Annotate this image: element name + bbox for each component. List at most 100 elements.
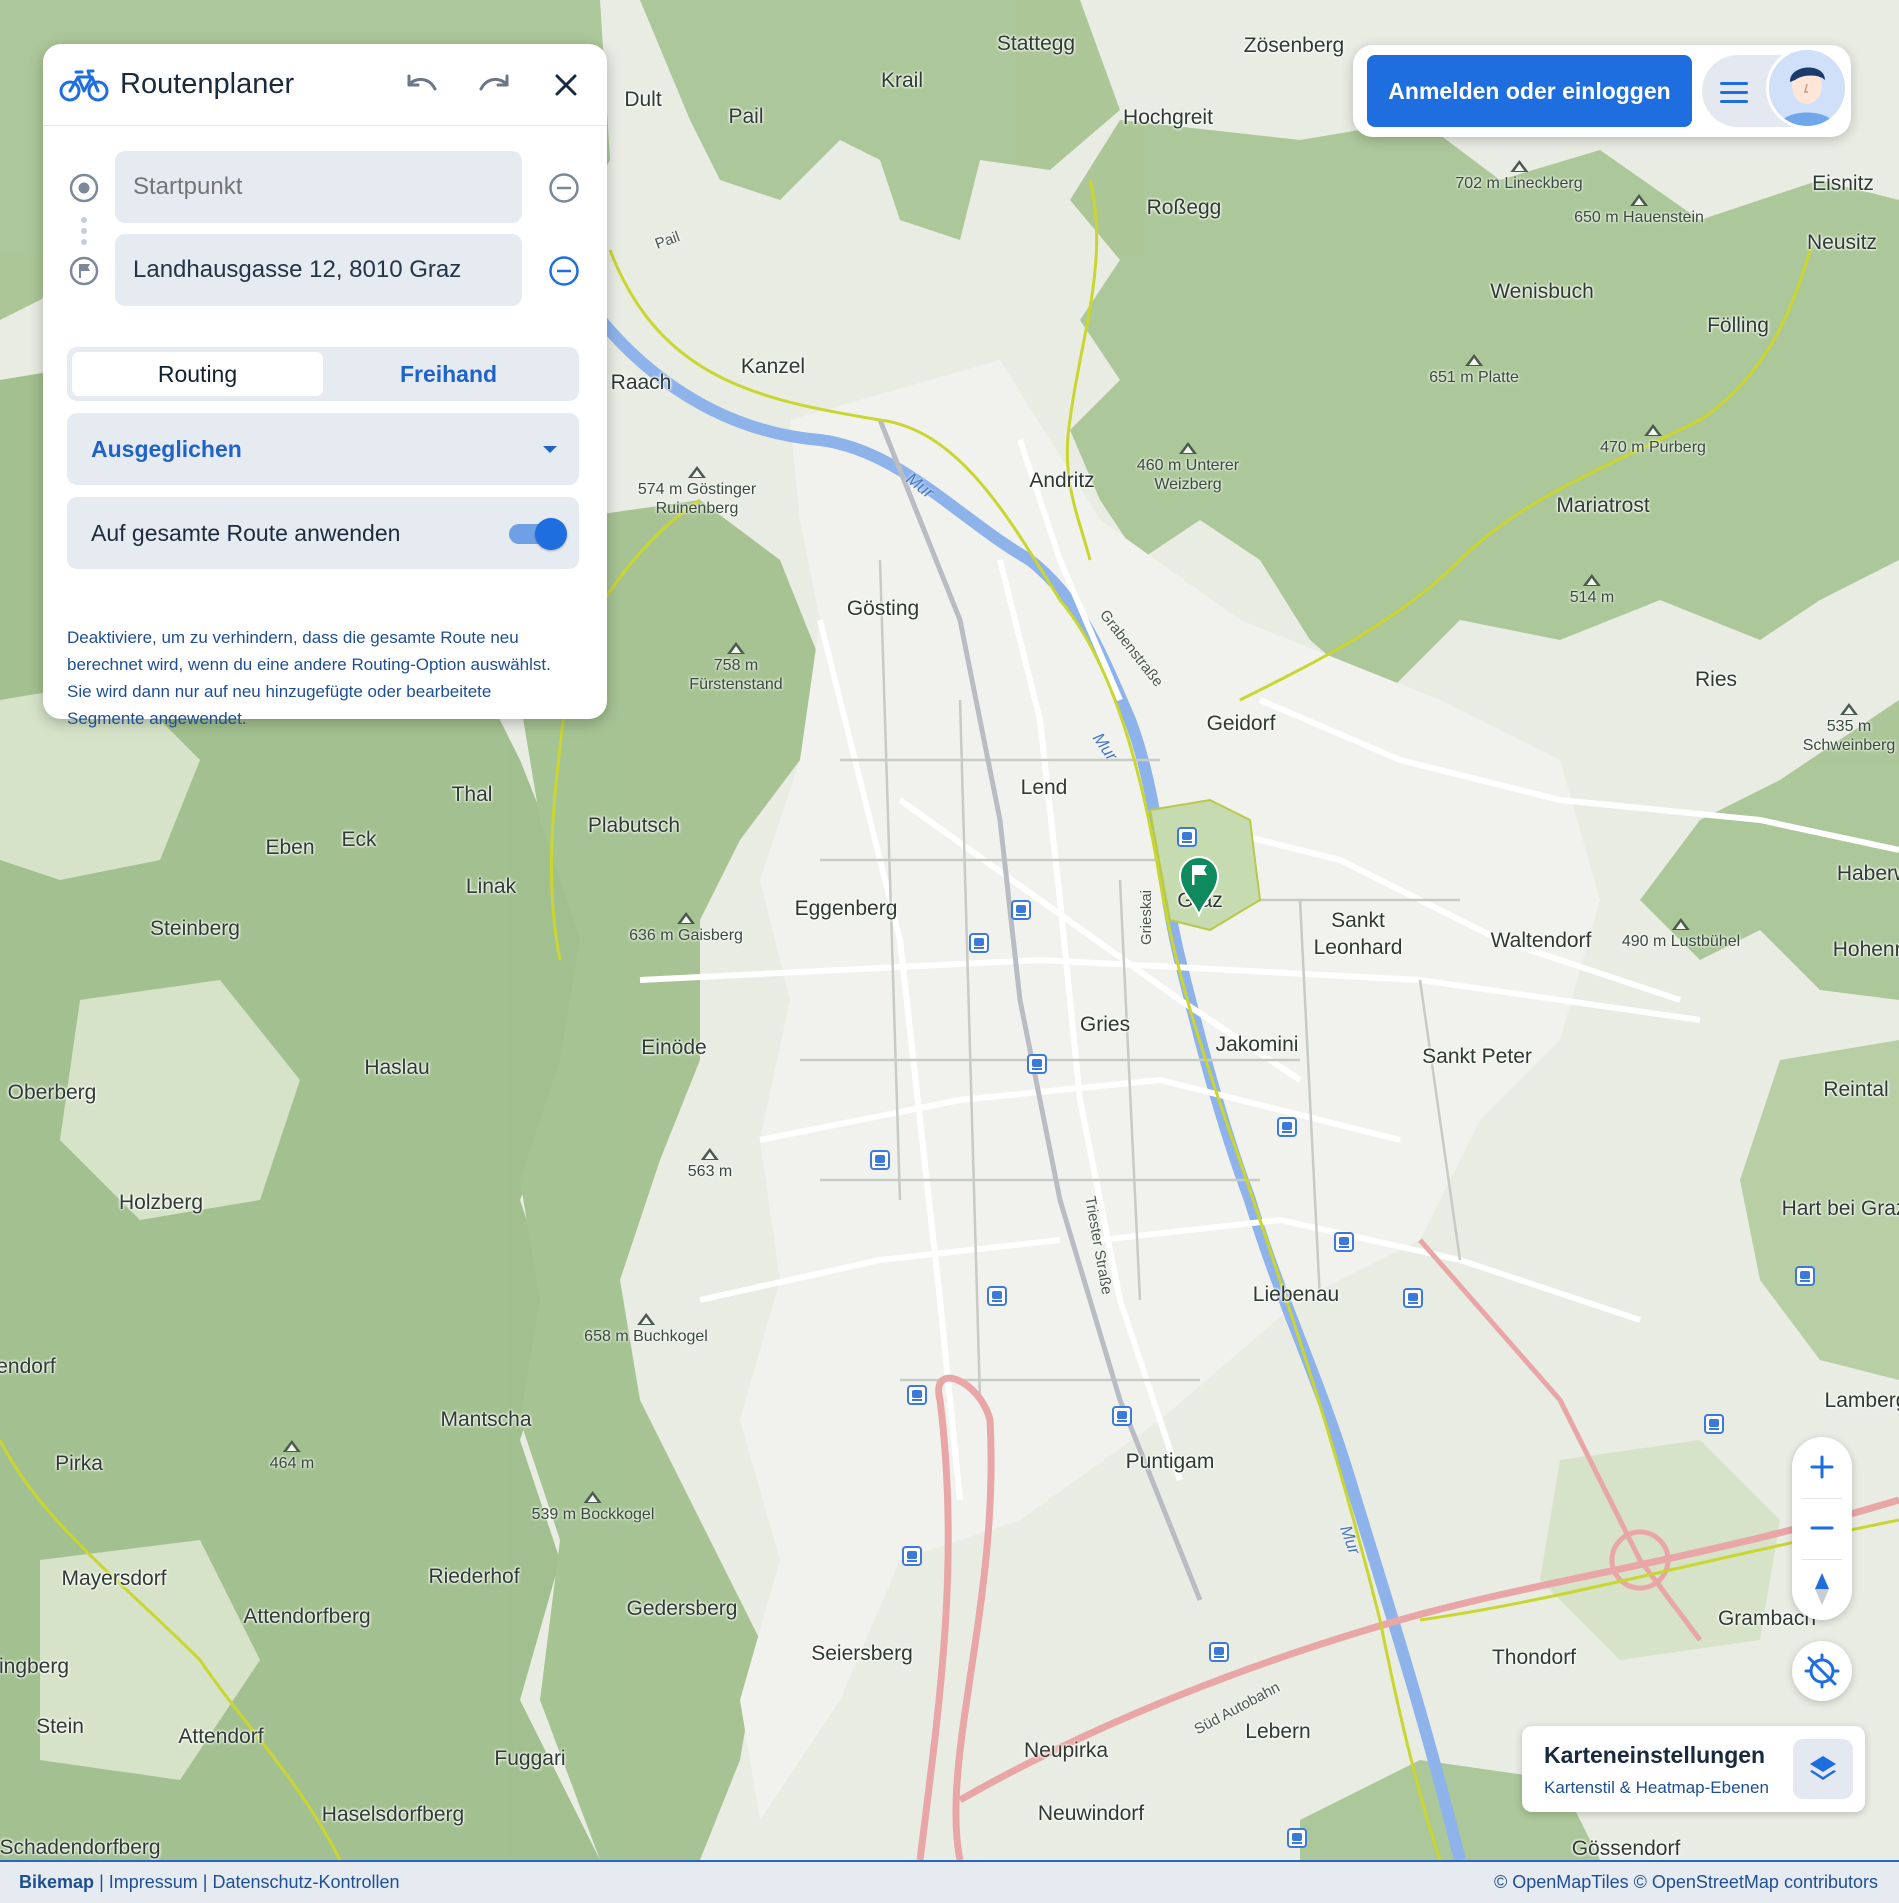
transit-stop-icon[interactable] [1027, 1054, 1047, 1074]
bicycle-icon [59, 69, 109, 101]
place-label: ingberg [0, 1655, 70, 1678]
footer-privacy-link[interactable]: Datenschutz-Kontrollen [212, 1872, 399, 1892]
hint-line: Sie wird dann nur auf neu hinzugefügte o… [67, 682, 492, 701]
close-icon [555, 74, 577, 95]
place-label: Pail [728, 105, 764, 128]
peak-marker: 574 m Göstinger Ruinenberg [627, 466, 767, 518]
apply-whole-route-label: Auf gesamte Route anwenden [91, 519, 401, 546]
redo-button[interactable] [471, 62, 517, 108]
apply-whole-route-hint: Deaktiviere, um zu verhindern, dass die … [67, 624, 587, 732]
place-label: Sankt Leonhard [1313, 909, 1403, 959]
place-label: Steinberg [150, 917, 240, 940]
apply-whole-route-toggle[interactable] [507, 517, 567, 550]
openstreetmap-link[interactable]: © OpenStreetMap contributors [1634, 1872, 1878, 1892]
chevron-down-icon [543, 445, 557, 453]
place-label: Waltendorf [1490, 929, 1592, 952]
peak-marker: 535 m Schweinberg [1799, 703, 1899, 755]
transit-stop-icon[interactable] [987, 1286, 1007, 1306]
place-label: Attendorfberg [243, 1605, 371, 1628]
footer-brand-link[interactable]: Bikemap [19, 1872, 94, 1892]
transit-stop-icon[interactable] [1287, 1828, 1307, 1848]
peak-marker: 460 m Unterer Weizberg [1123, 442, 1253, 494]
place-label: Ries [1694, 668, 1738, 691]
map-settings-title: Karteneinstellungen [1544, 1742, 1766, 1768]
peak-marker: 563 m [688, 1148, 732, 1181]
place-label: Fölling [1707, 314, 1769, 337]
destination-flag-marker-icon[interactable] [1178, 855, 1220, 917]
redo-icon [479, 74, 509, 90]
zoom-in-button[interactable] [1792, 1437, 1852, 1497]
transit-stop-icon[interactable] [1209, 1642, 1229, 1662]
place-label: Gösting [846, 597, 920, 620]
place-label: Fuggari [494, 1747, 566, 1770]
place-label: Dult [624, 88, 662, 111]
place-label: Krail [880, 69, 924, 92]
hint-line: Deaktiviere, um zu verhindern, dass die … [67, 628, 519, 647]
transit-stop-icon[interactable] [902, 1546, 922, 1566]
remove-destination-button[interactable] [548, 255, 580, 287]
destination-input[interactable]: Landhausgasse 12, 8010 Graz [115, 234, 522, 306]
place-label: endorf [0, 1355, 56, 1378]
place-label: Andritz [1029, 469, 1095, 492]
place-label: Thondorf [1491, 1646, 1577, 1669]
tab-freihand[interactable]: Freihand [323, 352, 574, 396]
transit-stop-icon[interactable] [1177, 827, 1197, 847]
start-point-input[interactable] [115, 151, 522, 223]
transit-stop-icon[interactable] [1277, 1117, 1297, 1137]
transit-stop-icon[interactable] [1334, 1232, 1354, 1252]
place-label: Haselsdorfberg [321, 1803, 465, 1826]
transit-stop-icon[interactable] [907, 1385, 927, 1405]
place-label: Hart bei Graz [1781, 1197, 1899, 1220]
tab-routing[interactable]: Routing [72, 352, 323, 396]
attribution: © OpenMapTiles © OpenStreetMap contribut… [1494, 1872, 1878, 1893]
place-label: Gedersberg [626, 1597, 738, 1620]
place-label: Seiersberg [811, 1642, 913, 1665]
peak-marker: 490 m Lustbühel [1622, 918, 1740, 951]
close-button[interactable] [543, 62, 589, 108]
start-point-icon [69, 173, 99, 203]
map-settings-button[interactable]: Karteneinstellungen Kartenstil & Heatmap… [1522, 1726, 1865, 1812]
place-label: Haslau [364, 1056, 430, 1079]
transit-stop-icon[interactable] [1112, 1406, 1132, 1426]
avatar[interactable] [1766, 47, 1848, 129]
place-label: Mantscha [440, 1408, 532, 1431]
footer-links: Bikemap | Impressum | Datenschutz-Kontro… [19, 1872, 400, 1893]
remove-start-button[interactable] [548, 172, 580, 204]
waypoint-destination-row: Landhausgasse 12, 8010 Graz [43, 234, 607, 306]
hamburger-menu-icon [1720, 82, 1748, 109]
place-label: Mayersdorf [61, 1567, 167, 1590]
transit-stop-icon[interactable] [969, 933, 989, 953]
place-label: Liebenau [1252, 1283, 1340, 1306]
footer-imprint-link[interactable]: Impressum [109, 1872, 198, 1892]
hint-line: berechnet wird, wenn du eine andere Rout… [67, 655, 551, 674]
place-label: Einöde [641, 1036, 707, 1059]
locate-me-button[interactable] [1792, 1641, 1852, 1701]
place-label: Roßegg [1146, 196, 1222, 219]
compass-button[interactable] [1792, 1559, 1852, 1619]
layers-icon [1810, 1756, 1836, 1780]
apply-whole-route-row: Auf gesamte Route anwenden [67, 497, 579, 569]
place-label: Attendorf [178, 1725, 264, 1748]
transit-stop-icon[interactable] [1704, 1414, 1724, 1434]
plus-icon [1810, 1455, 1834, 1479]
place-label: Eben [265, 836, 315, 859]
peak-marker: 758 m Fürstenstand [681, 642, 791, 694]
place-label: Hohenra [1832, 938, 1899, 961]
map-settings-subtitle: Kartenstil & Heatmap-Ebenen [1544, 1778, 1769, 1797]
zoom-out-button[interactable] [1792, 1498, 1852, 1558]
transit-stop-icon[interactable] [1795, 1266, 1815, 1286]
routing-profile-select[interactable]: Ausgeglichen [67, 413, 579, 485]
undo-button[interactable] [399, 62, 445, 108]
openmaptiles-link[interactable]: © OpenMapTiles [1494, 1872, 1629, 1892]
login-button[interactable]: Anmelden oder einloggen [1367, 55, 1692, 127]
place-label: Zösenberg [1243, 34, 1345, 57]
peak-marker: 650 m Hauenstein [1574, 194, 1704, 227]
place-label: Thal [451, 783, 493, 806]
place-label: Pirka [55, 1452, 103, 1475]
transit-stop-icon[interactable] [870, 1150, 890, 1170]
planner-header: Routenplaner [43, 44, 607, 126]
transit-stop-icon[interactable] [1403, 1288, 1423, 1308]
transit-stop-icon[interactable] [1011, 900, 1031, 920]
planner-title: Routenplaner [120, 68, 295, 100]
place-label: Geidorf [1206, 712, 1276, 735]
